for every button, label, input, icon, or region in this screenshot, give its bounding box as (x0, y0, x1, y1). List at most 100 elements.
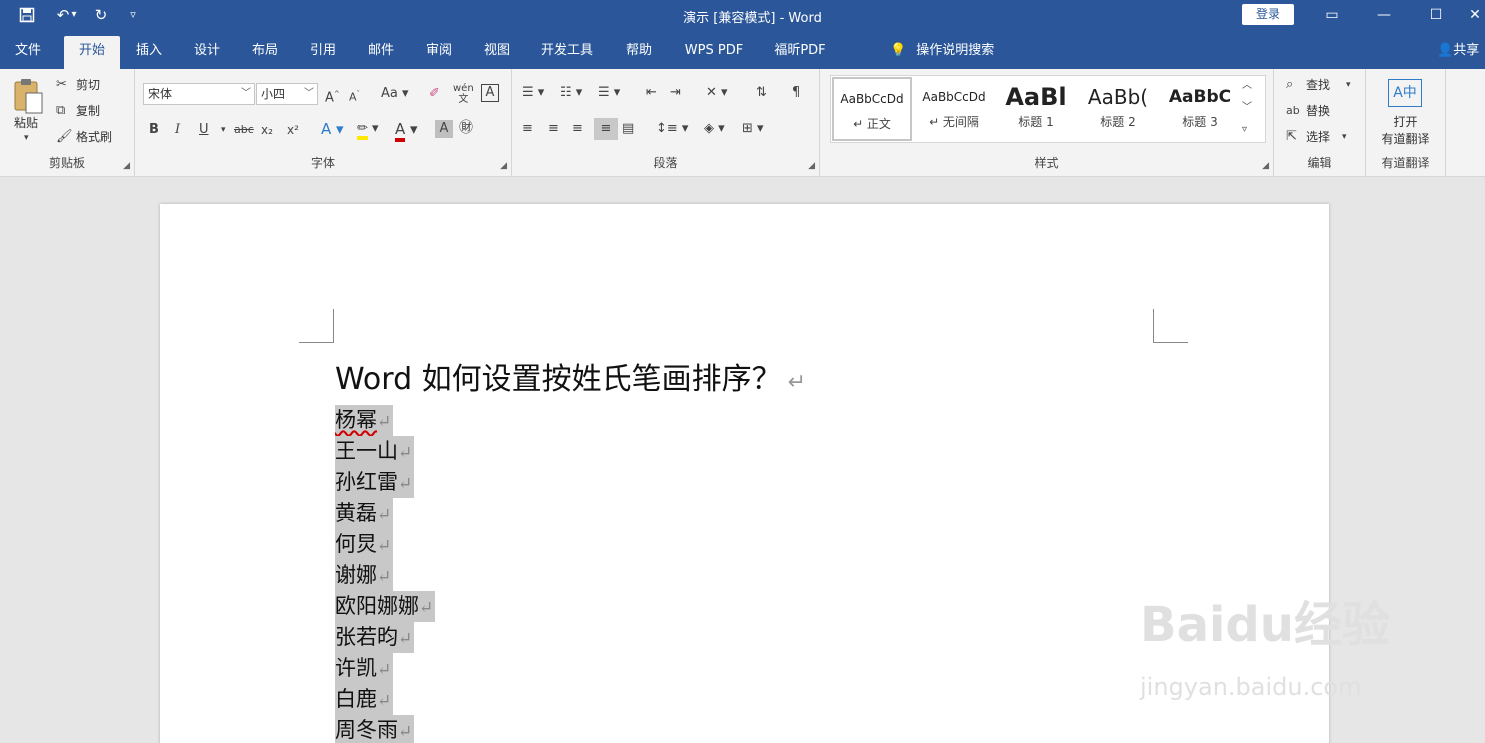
tab-foxit-pdf[interactable]: 福昕PDF (766, 36, 834, 69)
find-dropdown-icon[interactable]: ▾ (1346, 76, 1351, 94)
tab-review[interactable]: 审阅 (418, 36, 460, 69)
list-item[interactable]: 张若昀↵ (335, 622, 415, 653)
shrink-font-icon[interactable]: Aˇ (349, 85, 360, 107)
tab-home[interactable]: 开始 (64, 36, 120, 69)
numbering-icon[interactable]: ☷ ▾ (560, 84, 582, 102)
cut-icon[interactable]: ✂ (56, 76, 67, 94)
cut-label[interactable]: 剪切 (76, 76, 100, 94)
maximize-icon[interactable]: ☐ (1416, 3, 1456, 27)
decrease-indent-icon[interactable]: ⇤ (646, 84, 657, 102)
select-icon[interactable]: ⇱ (1286, 128, 1297, 146)
style-heading-2[interactable]: AaBb( 标题 2 (1078, 77, 1158, 141)
list-item[interactable]: 许凯↵ (335, 653, 394, 684)
list-item[interactable]: 周冬雨↵ (335, 715, 415, 743)
copy-icon[interactable]: ⧉ (56, 102, 65, 120)
format-painter-icon[interactable]: 🖌 (56, 128, 73, 146)
tab-wps-pdf[interactable]: WPS PDF (676, 36, 752, 69)
character-border-icon[interactable]: A (481, 84, 499, 102)
copy-label[interactable]: 复制 (76, 102, 100, 120)
align-center-icon[interactable]: ≡ (548, 120, 559, 138)
tab-insert[interactable]: 插入 (128, 36, 170, 69)
list-item[interactable]: 王一山↵ (335, 436, 415, 467)
distributed-icon[interactable]: ▤ (622, 120, 634, 138)
italic-button[interactable]: I (175, 121, 180, 139)
list-item[interactable]: 黄磊↵ (335, 498, 394, 529)
chevron-down-icon[interactable]: ﹀ (304, 84, 314, 104)
document-heading[interactable]: Word 如何设置按姓氏笔画排序？ ↵ (335, 354, 806, 398)
style-normal[interactable]: AaBbCcDd ↵ 正文 (832, 77, 912, 141)
sort-icon[interactable]: ⇅ (756, 84, 767, 102)
shading-icon[interactable]: ◈ ▾ (704, 120, 725, 138)
borders-icon[interactable]: ⊞ ▾ (742, 120, 764, 138)
youdao-translate-label[interactable]: 有道翻译 (1366, 130, 1445, 148)
chinese-layout-icon[interactable]: ✕ ▾ (706, 84, 728, 102)
tab-developer[interactable]: 开发工具 (534, 36, 600, 69)
tab-design[interactable]: 设计 (186, 36, 228, 69)
tab-file[interactable]: 文件 (8, 36, 48, 69)
font-color-icon[interactable]: A ▾ (395, 120, 418, 142)
multilevel-list-icon[interactable]: ☰ ▾ (598, 84, 620, 102)
document-page[interactable]: Word 如何设置按姓氏笔画排序？ ↵ 杨幂↵ 王一山↵ 孙红雷↵ 黄磊↵ 何炅↵… (160, 204, 1329, 743)
styles-scroll-up-icon[interactable]: ︿ (1242, 77, 1252, 95)
tell-me-search[interactable]: 💡 操作说明搜索 (890, 36, 994, 66)
chevron-down-icon[interactable]: ﹀ (241, 84, 251, 104)
select-dropdown-icon[interactable]: ▾ (1342, 128, 1347, 146)
tab-references[interactable]: 引用 (302, 36, 344, 69)
tab-view[interactable]: 视图 (476, 36, 518, 69)
show-marks-icon[interactable]: ¶ (792, 84, 800, 102)
replace-icon[interactable]: ab (1286, 102, 1300, 120)
style-no-spacing[interactable]: AaBbCcDd ↵ 无间隔 (914, 77, 994, 141)
underline-button[interactable]: U (199, 121, 209, 139)
list-item[interactable]: 孙红雷↵ (335, 467, 415, 498)
text-effects-icon[interactable]: A ▾ (321, 120, 344, 138)
select-button[interactable]: 选择 (1306, 128, 1330, 146)
youdao-open-label[interactable]: 打开 (1366, 113, 1445, 131)
close-icon[interactable]: ✕ (1465, 3, 1485, 27)
grow-font-icon[interactable]: A^ (325, 85, 340, 107)
font-name-combo[interactable]: 宋体 ﹀ (143, 83, 255, 105)
highlight-color-icon[interactable]: ✏ ▾ (357, 120, 379, 140)
align-left-icon[interactable]: ≡ (522, 120, 533, 138)
align-right-icon[interactable]: ≡ (572, 120, 583, 138)
share-button[interactable]: 👤共享 (1437, 36, 1479, 66)
ribbon-display-options-icon[interactable]: ▭ (1312, 3, 1352, 27)
character-shading-icon[interactable]: A (435, 120, 453, 138)
line-spacing-icon[interactable]: ↕≡ ▾ (656, 120, 688, 138)
style-heading-1[interactable]: AaBl 标题 1 (996, 77, 1076, 141)
find-button[interactable]: 查找 (1306, 76, 1330, 94)
find-icon[interactable]: ⌕ (1286, 76, 1293, 94)
list-item[interactable]: 欧阳娜娜↵ (335, 591, 436, 622)
list-item[interactable]: 白鹿↵ (335, 684, 394, 715)
font-size-combo[interactable]: 小四 ﹀ (256, 83, 318, 105)
justify-icon[interactable]: ≡ (594, 118, 618, 140)
format-painter-label[interactable]: 格式刷 (76, 128, 112, 146)
styles-more-icon[interactable]: ▿ (1242, 121, 1247, 139)
paragraph-launcher-icon[interactable]: ◢ (808, 161, 815, 171)
strikethrough-button[interactable]: abc (234, 121, 254, 139)
style-heading-3[interactable]: AaBbC 标题 3 (1160, 77, 1240, 141)
styles-scroll-down-icon[interactable]: ﹀ (1242, 99, 1252, 117)
increase-indent-icon[interactable]: ⇥ (670, 84, 681, 102)
enclose-characters-icon[interactable]: ㊖ (459, 119, 473, 137)
clear-formatting-icon[interactable]: ✐ (429, 85, 440, 103)
tab-layout[interactable]: 布局 (244, 36, 286, 69)
underline-dropdown-icon[interactable]: ▾ (221, 121, 226, 139)
tab-mailings[interactable]: 邮件 (360, 36, 402, 69)
bold-button[interactable]: B (149, 121, 159, 139)
clipboard-launcher-icon[interactable]: ◢ (123, 161, 130, 171)
phonetic-guide-icon[interactable]: wén 文 (453, 83, 474, 105)
list-item[interactable]: 杨幂↵ (335, 405, 394, 436)
list-item[interactable]: 谢娜↵ (335, 560, 394, 591)
styles-launcher-icon[interactable]: ◢ (1262, 161, 1269, 171)
font-launcher-icon[interactable]: ◢ (500, 161, 507, 171)
paste-dropdown-icon[interactable]: ▾ (24, 129, 29, 147)
tab-help[interactable]: 帮助 (618, 36, 660, 69)
paste-icon[interactable] (12, 77, 46, 117)
bullets-icon[interactable]: ☰ ▾ (522, 84, 544, 102)
login-button[interactable]: 登录 (1242, 4, 1294, 25)
youdao-translate-icon[interactable]: A中 (1388, 79, 1422, 107)
subscript-button[interactable]: x₂ (261, 121, 273, 139)
minimize-icon[interactable]: — (1364, 3, 1404, 27)
superscript-button[interactable]: x² (287, 121, 299, 139)
list-item[interactable]: 何炅↵ (335, 529, 394, 560)
